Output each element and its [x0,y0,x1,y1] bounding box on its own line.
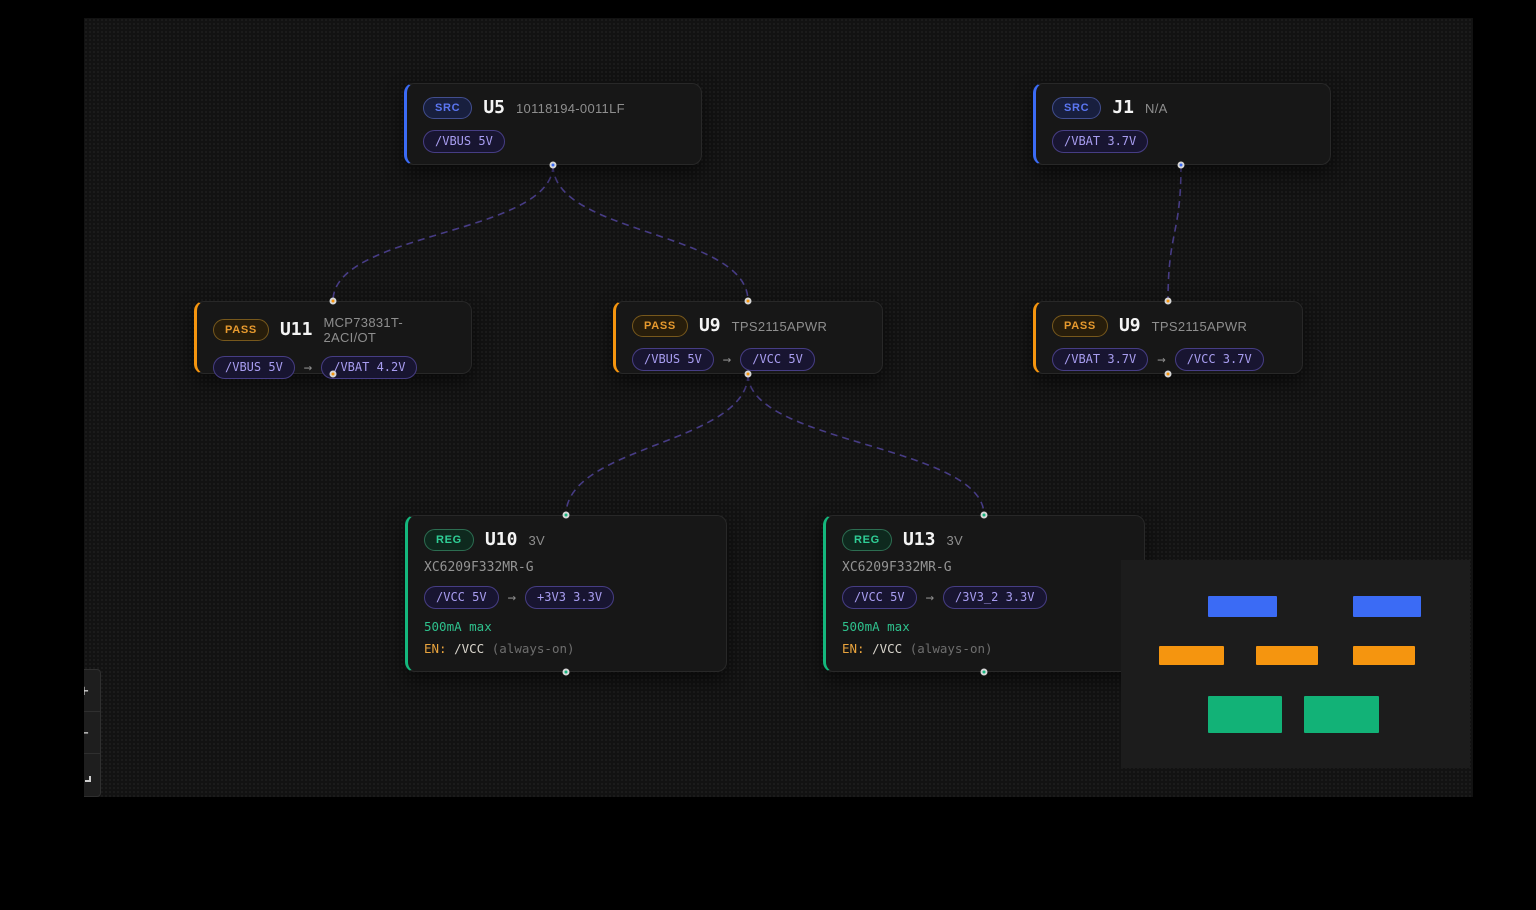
edge-u9a-u10[interactable] [566,374,748,515]
node-title: U10 [485,530,518,550]
node-part-number: TPS2115APWR [1152,319,1248,334]
net-pill-output: /VCC 5V [740,348,815,371]
handle-target-u10[interactable] [563,512,570,519]
node-u10[interactable]: REG U10 3V XC6209F332MR-G /VCC 5V → +3V3… [405,515,727,672]
minimap-node-src [1208,596,1277,617]
current-limit-label: 500mA max [842,619,1128,634]
handle-target-u9-right[interactable] [1165,298,1172,305]
zoom-in-icon: + [84,681,89,700]
node-part-number: XC6209F332MR-G [424,560,710,575]
net-pill-output: /VCC 3.7V [1175,348,1264,371]
canvas-controls: + − [84,669,101,797]
node-part-number: N/A [1145,101,1168,116]
node-u11[interactable]: PASS U11 MCP73831T-2ACI/OT /VBUS 5V → /V… [194,301,472,374]
handle-source-u9-right[interactable] [1165,371,1172,378]
net-pill-output: /3V3_2 3.3V [943,586,1046,609]
edge-u9a-u13[interactable] [748,374,984,515]
net-pill-output: /VBUS 5V [423,130,505,153]
handle-target-u13[interactable] [981,512,988,519]
node-type-badge: REG [424,529,474,551]
node-part-number: XC6209F332MR-G [842,560,1128,575]
zoom-out-button[interactable]: − [84,712,100,754]
zoom-out-icon: − [84,723,89,742]
handle-source-j1[interactable] [1178,162,1185,169]
node-title: J1 [1112,98,1134,118]
net-pill-input: /VCC 5V [842,586,917,609]
node-title: U9 [699,316,721,336]
node-type-badge: SRC [1052,97,1101,119]
node-u9-mid[interactable]: PASS U9 TPS2115APWR /VBUS 5V → /VCC 5V [613,301,883,374]
fit-view-icon [84,769,91,782]
handle-source-u13[interactable] [981,669,988,676]
handle-target-u11[interactable] [330,298,337,305]
flow-arrow-icon: → [723,352,731,368]
node-voltage-label: 3V [946,533,963,548]
flow-arrow-icon: → [304,360,312,376]
flow-arrow-icon: → [508,590,516,606]
node-u9-right[interactable]: PASS U9 TPS2115APWR /VBAT 3.7V → /VCC 3.… [1033,301,1303,374]
node-u13[interactable]: REG U13 3V XC6209F332MR-G /VCC 5V → /3V3… [823,515,1145,672]
enable-note: (always-on) [492,641,575,656]
current-limit-label: 500mA max [424,619,710,634]
enable-line: EN: /VCC (always-on) [842,641,1128,656]
zoom-in-button[interactable]: + [84,670,100,712]
flow-arrow-icon: → [926,590,934,606]
node-voltage-label: 3V [528,533,545,548]
flow-canvas[interactable]: SRC U5 10118194-0011LF /VBUS 5V SRC J1 N… [84,18,1473,797]
net-pill-output: +3V3 3.3V [525,586,614,609]
minimap-node-reg [1208,696,1282,733]
flow-arrow-icon: → [1157,352,1165,368]
net-pill-input: /VCC 5V [424,586,499,609]
node-j1[interactable]: SRC J1 N/A /VBAT 3.7V [1033,83,1331,165]
minimap-node-src [1353,596,1421,617]
net-pill-output: /VBAT 3.7V [1052,130,1148,153]
node-type-badge: PASS [1052,315,1108,337]
node-part-number: 10118194-0011LF [516,101,625,116]
node-u5[interactable]: SRC U5 10118194-0011LF /VBUS 5V [404,83,702,165]
handle-source-u9-mid[interactable] [745,371,752,378]
node-type-badge: REG [842,529,892,551]
enable-line: EN: /VCC (always-on) [424,641,710,656]
handle-source-u10[interactable] [563,669,570,676]
net-pill-input: /VBUS 5V [632,348,714,371]
minimap-node-reg [1304,696,1379,733]
net-pill-input: /VBUS 5V [213,356,295,379]
minimap[interactable] [1121,560,1470,768]
node-title: U11 [280,320,313,340]
node-title: U5 [483,98,505,118]
enable-label: EN: [424,641,447,656]
edge-u5-u11[interactable] [333,165,553,301]
enable-label: EN: [842,641,865,656]
node-title: U13 [903,530,936,550]
minimap-node-pass [1256,646,1318,665]
edge-u5-u9a[interactable] [553,165,748,301]
minimap-node-pass [1353,646,1415,665]
node-part-number: MCP73831T-2ACI/OT [323,315,455,345]
handle-target-u9-mid[interactable] [745,298,752,305]
enable-net: /VCC [454,641,484,656]
handle-source-u5[interactable] [550,162,557,169]
node-title: U9 [1119,316,1141,336]
net-pill-input: /VBAT 3.7V [1052,348,1148,371]
enable-note: (always-on) [910,641,993,656]
edge-j1-u9b[interactable] [1168,165,1181,301]
node-type-badge: PASS [213,319,269,341]
node-type-badge: SRC [423,97,472,119]
handle-source-u11[interactable] [330,371,337,378]
enable-net: /VCC [872,641,902,656]
minimap-node-pass [1159,646,1224,665]
node-part-number: TPS2115APWR [732,319,828,334]
node-type-badge: PASS [632,315,688,337]
fit-view-button[interactable] [84,754,100,796]
